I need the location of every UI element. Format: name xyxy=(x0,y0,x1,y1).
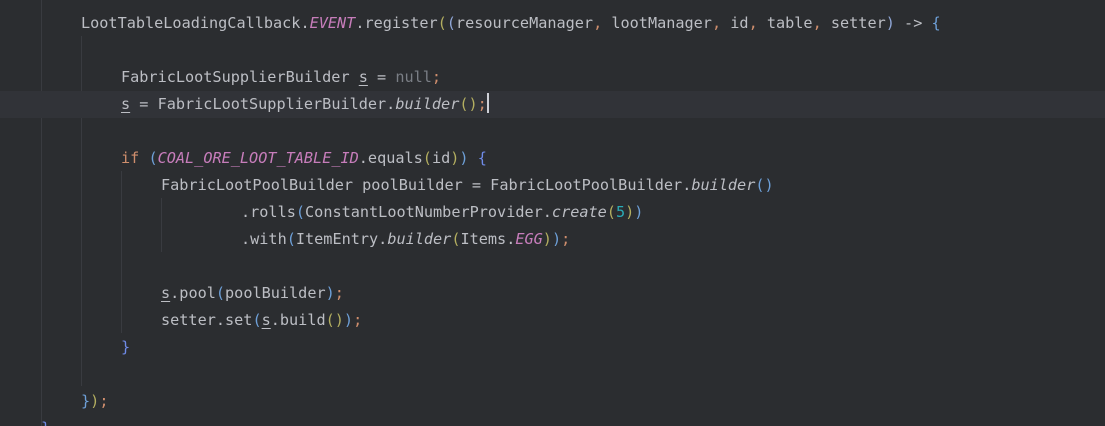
code-token: lootManager xyxy=(611,14,712,32)
code-token: table xyxy=(766,14,813,32)
code-token: ( xyxy=(252,311,262,329)
code-token: { xyxy=(931,14,941,32)
code-line[interactable]: setter.set(s.build()); xyxy=(0,307,1105,334)
code-line-current[interactable]: s = FabricLootSupplierBuilder.builder(); xyxy=(0,91,1105,118)
code-line[interactable] xyxy=(0,361,1105,388)
code-token: .register xyxy=(355,14,438,32)
code-token: builder xyxy=(691,176,756,194)
code-token: .build xyxy=(270,311,326,329)
code-token: } xyxy=(41,419,50,426)
code-token: s xyxy=(161,284,171,302)
code-token: .equals xyxy=(358,149,423,167)
code-token: Items. xyxy=(460,230,516,248)
code-token: ; xyxy=(431,68,442,86)
code-token: null xyxy=(395,68,432,86)
code-token: () xyxy=(755,176,774,194)
code-token: () xyxy=(325,311,344,329)
code-token: { xyxy=(477,149,487,167)
code-token: ( xyxy=(446,14,456,32)
code-line[interactable]: FabricLootPoolBuilder poolBuilder = Fabr… xyxy=(0,172,1105,199)
code-token: id xyxy=(431,149,451,167)
code-token: EGG xyxy=(515,230,543,248)
code-token: ItemEntry. xyxy=(295,230,388,248)
code-token: () xyxy=(459,95,478,113)
code-token: , xyxy=(812,14,831,32)
code-token: } xyxy=(81,392,91,410)
code-token: , xyxy=(593,14,612,32)
code-token: id xyxy=(730,14,749,32)
code-line[interactable]: s.pool(poolBuilder); xyxy=(0,280,1105,307)
code-token: ) xyxy=(634,203,644,221)
code-token: EVENT xyxy=(309,14,356,32)
code-token: ) xyxy=(325,284,335,302)
code-token: , xyxy=(711,14,731,32)
code-token: ; xyxy=(334,284,344,302)
code-token: s xyxy=(261,311,271,329)
code-token: ( xyxy=(422,149,432,167)
code-token: ( xyxy=(148,149,158,167)
code-token: poolBuilder xyxy=(225,284,326,302)
text-caret xyxy=(486,93,489,113)
code-token: ) xyxy=(459,149,469,167)
code-token: FabricLootSupplierBuilder xyxy=(121,68,359,86)
code-token: s xyxy=(121,95,131,113)
code-token: resourceManager xyxy=(455,14,594,32)
code-line[interactable]: FabricLootSupplierBuilder s = null; xyxy=(0,64,1105,91)
code-token: LootTableLoadingCallback. xyxy=(81,14,310,32)
code-line[interactable] xyxy=(0,118,1105,145)
code-token: ) xyxy=(90,392,100,410)
code-token: } xyxy=(121,338,131,356)
code-token: ) xyxy=(625,203,635,221)
code-token: builder xyxy=(395,95,460,113)
code-token: -> xyxy=(894,14,932,32)
code-token: ; xyxy=(353,311,363,329)
code-token: ConstantLootNumberProvider. xyxy=(305,203,552,221)
code-token: = xyxy=(367,68,396,86)
code-token: setter.set xyxy=(161,311,253,329)
code-token: s xyxy=(358,68,368,86)
code-line[interactable]: } xyxy=(0,415,1105,426)
code-line[interactable]: if (COAL_ORE_LOOT_TABLE_ID.equals(id)) { xyxy=(0,145,1105,172)
code-token: builder xyxy=(387,230,452,248)
code-token: = FabricLootSupplierBuilder. xyxy=(130,95,396,113)
code-line[interactable]: } xyxy=(0,334,1105,361)
code-token: setter xyxy=(830,14,886,32)
code-token: ( xyxy=(286,230,296,248)
code-line[interactable]: LootTableLoadingCallback.EVENT.register(… xyxy=(0,10,1105,37)
code-token: .pool xyxy=(170,284,216,302)
code-token: ; xyxy=(99,392,109,410)
code-token: ( xyxy=(606,203,616,221)
code-token: ) xyxy=(343,311,354,329)
code-token: ( xyxy=(215,284,226,302)
code-line[interactable]: .with(ItemEntry.builder(Items.EGG)); xyxy=(0,226,1105,253)
code-token: ) xyxy=(542,230,552,248)
code-editor[interactable]: LootTableLoadingCallback.EVENT.register(… xyxy=(0,0,1105,426)
code-token: FabricLootPoolBuilder poolBuilder = Fabr… xyxy=(161,176,692,194)
code-token: COAL_ORE_LOOT_TABLE_ID xyxy=(157,149,359,167)
code-token: create xyxy=(551,203,607,221)
code-line[interactable]: }); xyxy=(0,388,1105,415)
code-line[interactable]: .rolls(ConstantLootNumberProvider.create… xyxy=(0,199,1105,226)
code-token: if xyxy=(121,149,140,167)
code-token: ; xyxy=(561,230,571,248)
code-line[interactable] xyxy=(0,253,1105,280)
code-token: ( xyxy=(437,14,447,32)
code-token: ; xyxy=(477,95,487,113)
code-line[interactable] xyxy=(0,37,1105,64)
code-token: 5 xyxy=(615,203,626,221)
code-token: ) xyxy=(551,230,562,248)
code-token: .rolls xyxy=(241,203,296,221)
code-token: ) xyxy=(885,14,895,32)
code-token: , xyxy=(748,14,767,32)
code-token: ( xyxy=(295,203,306,221)
code-token: .with xyxy=(241,230,287,248)
